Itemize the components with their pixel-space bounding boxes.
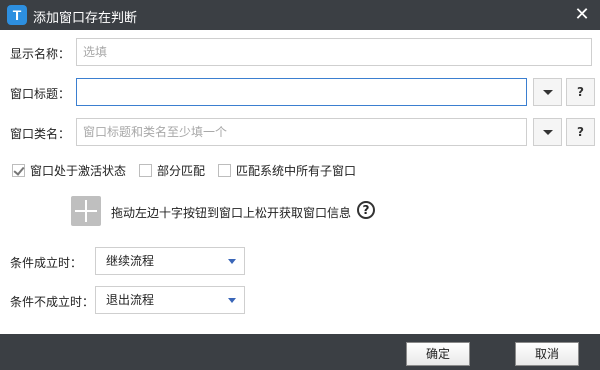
window-class-input[interactable] [76, 118, 527, 146]
chevron-down-icon [543, 130, 553, 135]
title-bar[interactable]: T 添加窗口存在判断 ✕ [0, 0, 600, 30]
dialog-footer: 确定 取消 [0, 334, 600, 370]
partial-match-label: 部分匹配 [157, 164, 206, 178]
dialog-window: T 添加窗口存在判断 ✕ 显示名称： 窗口标题： ? 窗口类名： ? 窗口处于激… [0, 0, 600, 370]
chevron-down-icon [228, 259, 236, 264]
partial-match-checkbox[interactable]: 部分匹配 [139, 162, 205, 179]
condition-false-value: 退出流程 [106, 293, 155, 307]
match-all-children-label: 匹配系统中所有子窗口 [236, 164, 357, 178]
condition-false-select[interactable]: 退出流程 [95, 286, 245, 314]
display-name-input[interactable] [76, 38, 592, 66]
condition-true-select[interactable]: 继续流程 [95, 247, 245, 275]
checkbox-checked-icon [12, 164, 25, 177]
window-class-label: 窗口类名： [10, 127, 71, 141]
dialog-title: 添加窗口存在判断 [33, 11, 138, 26]
window-title-label: 窗口标题： [10, 87, 71, 101]
chevron-down-icon [543, 90, 553, 95]
question-circle-icon[interactable]: ? [357, 201, 375, 219]
window-title-input[interactable] [76, 78, 527, 106]
crosshair-picker-button[interactable] [71, 196, 101, 226]
window-title-dropdown-button[interactable] [533, 78, 562, 106]
picker-instruction: 拖动左边十字按钮到窗口上松开获取窗口信息 [111, 206, 352, 220]
active-state-label: 窗口处于激活状态 [30, 164, 127, 178]
window-title-help-button[interactable]: ? [566, 78, 595, 106]
cancel-button[interactable]: 取消 [515, 342, 579, 366]
condition-false-label: 条件不成立时： [10, 295, 95, 309]
active-state-checkbox[interactable]: 窗口处于激活状态 [12, 162, 126, 179]
checkbox-icon [139, 164, 152, 177]
close-button[interactable]: ✕ [572, 5, 592, 25]
condition-true-label: 条件成立时： [10, 256, 83, 270]
ok-button[interactable]: 确定 [406, 342, 470, 366]
condition-true-value: 继续流程 [106, 254, 155, 268]
window-class-dropdown-button[interactable] [533, 118, 562, 146]
match-all-children-checkbox[interactable]: 匹配系统中所有子窗口 [218, 162, 356, 179]
display-name-label: 显示名称： [10, 47, 71, 61]
app-logo-icon: T [7, 5, 27, 25]
chevron-down-icon [228, 298, 236, 303]
window-class-help-button[interactable]: ? [566, 118, 595, 146]
checkbox-icon [218, 164, 231, 177]
